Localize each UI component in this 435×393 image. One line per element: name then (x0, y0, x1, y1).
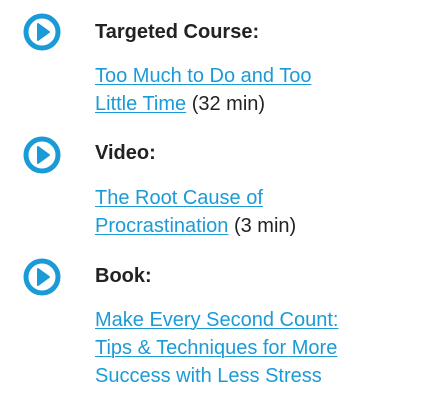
resource-link-continuation[interactable]: Success with Less Stress (95, 365, 322, 387)
resource-type-heading: Targeted Course: (95, 21, 260, 43)
duration-label: (3 min) (233, 215, 297, 237)
play-circle-icon[interactable] (22, 135, 62, 175)
resource-description: Make Every Second Count: Tips & Technique… (95, 306, 430, 390)
duration-label: (32 min) (191, 93, 266, 115)
resource-description: Too Much to Do and Too Little Time (32 mi… (95, 62, 430, 118)
resource-link[interactable]: Make Every Second Count: Tips & Technique… (95, 309, 338, 359)
resource-type-heading: Book: (95, 265, 152, 287)
play-circle-icon[interactable] (22, 12, 62, 52)
play-circle-icon[interactable] (22, 257, 62, 297)
resource-description: The Root Cause of Procrastination (3 min) (95, 184, 430, 240)
resource-type-heading: Video: (95, 142, 156, 164)
